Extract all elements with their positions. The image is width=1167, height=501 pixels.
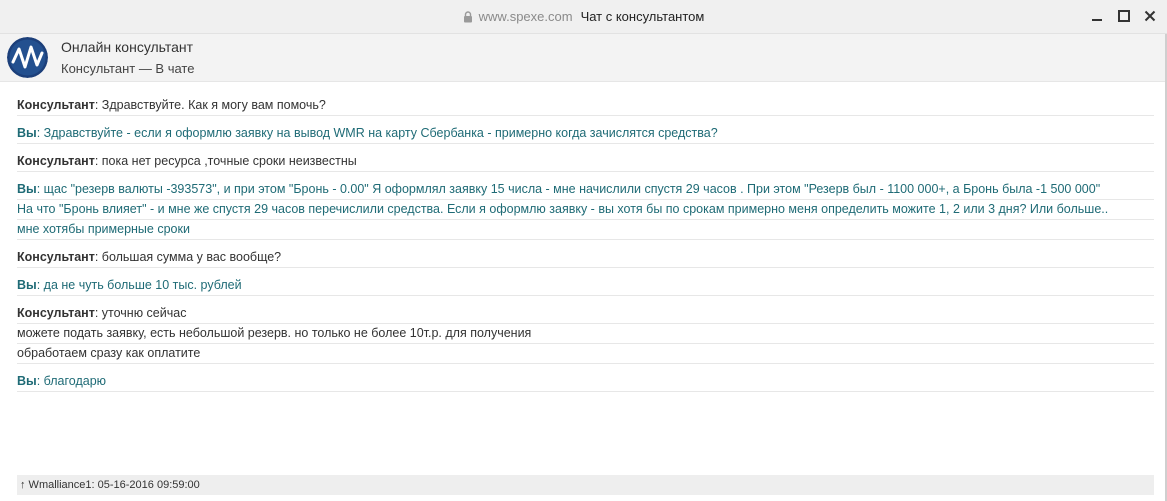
chat-transcript: Консультант: Здравствуйте. Как я могу ва…	[17, 96, 1154, 400]
message-line: Консультант: уточню сейчас	[17, 304, 1154, 324]
message-line: На что "Бронь влияет" - и мне же спустя …	[17, 200, 1154, 220]
agent-message: Консультант: уточню сейчас можете подать …	[17, 304, 1154, 364]
window-url: www.spexe.com	[478, 9, 573, 24]
agent-message: Консультант: Здравствуйте. Как я могу ва…	[17, 96, 1154, 116]
message-author: Консультант	[17, 154, 95, 168]
window-titlebar: www.spexe.com Чат с консультантом	[0, 0, 1167, 34]
message-line: обработаем сразу как оплатите	[17, 344, 1154, 364]
lock-icon	[463, 11, 473, 27]
message-line: Консультант: Здравствуйте. Как я могу ва…	[17, 96, 1154, 116]
close-icon[interactable]	[1142, 8, 1158, 24]
message-text: да не чуть больше 10 тыс. рублей	[43, 278, 242, 292]
titlebar-center: www.spexe.com Чат с консультантом	[0, 9, 1167, 27]
avatar-logo	[7, 37, 48, 78]
message-text: благодарю	[43, 374, 107, 388]
message-line: Вы: щас "резерв валюты -393573", и при э…	[17, 180, 1154, 200]
visitor-message: Вы: благодарю	[17, 372, 1154, 392]
message-text: пока нет ресурса ,точные сроки неизвестн…	[101, 154, 357, 168]
message-text: обработаем сразу как оплатите	[17, 346, 201, 360]
minimize-icon[interactable]	[1089, 8, 1105, 24]
message-line: Вы: благодарю	[17, 372, 1154, 392]
message-line: мне хотябы примерные сроки	[17, 220, 1154, 240]
message-text: уточню сейчас	[101, 306, 187, 320]
avatar	[7, 37, 48, 78]
message-author: Консультант	[17, 306, 95, 320]
message-text: большая сумма у вас вообще?	[101, 250, 282, 264]
transcript-footer: ↑ Wmalliance1: 05-16-2016 09:59:00	[17, 475, 1154, 495]
message-text: На что "Бронь влияет" - и мне же спустя …	[17, 202, 1109, 216]
message-text: мне хотябы примерные сроки	[17, 222, 190, 236]
message-line: Вы: Здравствуйте - если я оформлю заявку…	[17, 124, 1154, 144]
message-text: щас "резерв валюты -393573", и при этом …	[43, 182, 1101, 196]
message-line: можете подать заявку, есть небольшой рез…	[17, 324, 1154, 344]
message-line: Вы: да не чуть больше 10 тыс. рублей	[17, 276, 1154, 296]
message-author: Консультант	[17, 98, 95, 112]
message-line: Консультант: пока нет ресурса ,точные ср…	[17, 152, 1154, 172]
message-author: Вы	[17, 182, 37, 196]
message-text: Здравствуйте. Как я могу вам помочь?	[101, 98, 326, 112]
message-text: можете подать заявку, есть небольшой рез…	[17, 326, 532, 340]
message-author: Консультант	[17, 250, 95, 264]
message-author: Вы	[17, 278, 37, 292]
visitor-message: Вы: да не чуть больше 10 тыс. рублей	[17, 276, 1154, 296]
message-author: Вы	[17, 126, 37, 140]
visitor-message: Вы: щас "резерв валюты -393573", и при э…	[17, 180, 1154, 240]
message-line: Консультант: большая сумма у вас вообще?	[17, 248, 1154, 268]
agent-message: Консультант: большая сумма у вас вообще?	[17, 248, 1154, 268]
maximize-icon[interactable]	[1116, 8, 1132, 24]
consultant-status: Консультант — В чате	[61, 61, 195, 76]
visitor-message: Вы: Здравствуйте - если я оформлю заявку…	[17, 124, 1154, 144]
message-text: Здравствуйте - если я оформлю заявку на …	[43, 126, 718, 140]
window-title: Чат с консультантом	[580, 9, 705, 24]
chat-title: Онлайн консультант	[61, 39, 194, 55]
agent-message: Консультант: пока нет ресурса ,точные ср…	[17, 152, 1154, 172]
chat-header: Онлайн консультант Консультант — В чате	[0, 34, 1167, 82]
message-author: Вы	[17, 374, 37, 388]
